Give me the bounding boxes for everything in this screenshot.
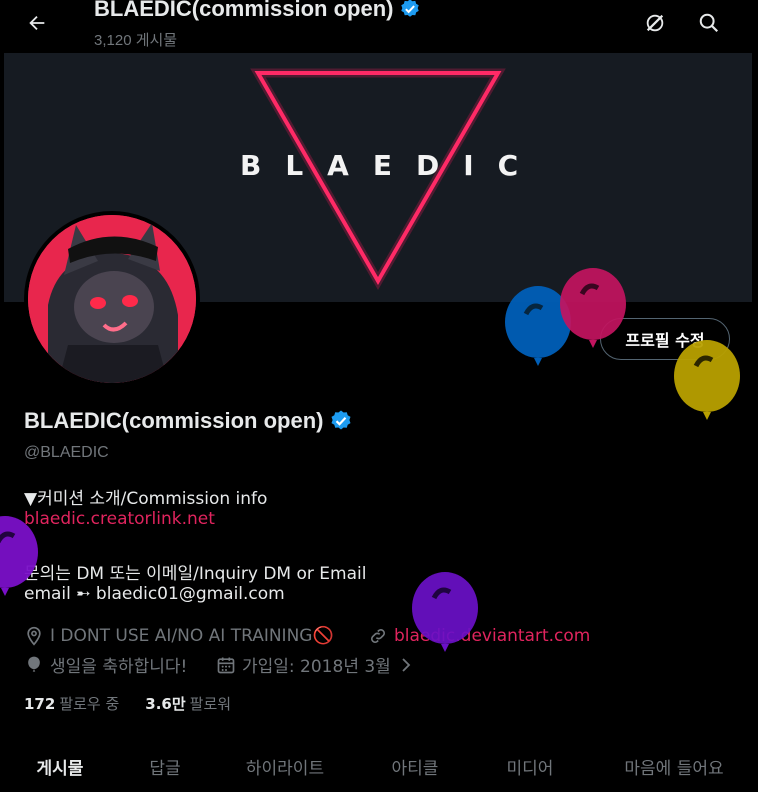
tab-likes[interactable]: 마음에 들어요	[590, 740, 758, 792]
profile-handle: @BLAEDIC	[24, 444, 109, 461]
grok-icon	[646, 14, 664, 32]
search-icon	[699, 13, 719, 33]
profile-location: I DONT USE AI/NO AI TRAINING🚫	[24, 626, 334, 646]
profile-name: BLAEDIC(commission open)	[24, 408, 353, 434]
profile-tabs: 게시물 답글 하이라이트 아티클 미디어 마음에 들어요	[0, 740, 758, 792]
verified-badge-icon	[401, 0, 420, 17]
profile-birthday: 생일을 축하합니다!	[24, 652, 187, 677]
balloon-icon	[28, 656, 40, 672]
balloon-yellow	[674, 340, 740, 420]
banner-logo-text: BLAEDIC	[240, 149, 543, 182]
grok-button[interactable]	[638, 6, 672, 40]
tab-media[interactable]: 미디어	[470, 740, 590, 792]
profile-name-text: BLAEDIC(commission open)	[24, 408, 324, 433]
balloon-purple	[412, 572, 478, 652]
balloon-purple-left	[0, 516, 38, 596]
joined-text: 가입일: 2018년 3월	[242, 657, 391, 677]
following-label: 팔로우 중	[59, 695, 120, 713]
avatar-image	[28, 215, 196, 383]
back-button[interactable]	[20, 6, 54, 40]
tab-posts[interactable]: 게시물	[0, 740, 120, 792]
following-count: 172	[24, 695, 56, 713]
followers-count: 3.6만	[145, 695, 186, 713]
bio-link[interactable]: blaedic.creatorlink.net	[24, 509, 215, 529]
follow-stats: 172 팔로우 중 3.6만 팔로워	[24, 693, 231, 714]
chevron-right-icon	[402, 657, 411, 672]
location-text: I DONT USE AI/NO AI TRAINING🚫	[50, 626, 334, 646]
followers-label: 팔로워	[189, 695, 232, 713]
bio-line-3: 문의는 DM 또는 이메일/Inquiry DM or Email	[24, 564, 367, 584]
link-icon	[371, 629, 385, 643]
calendar-icon	[217, 657, 235, 673]
location-icon	[27, 626, 41, 646]
followers-stat[interactable]: 3.6만 팔로워	[145, 693, 231, 714]
avatar[interactable]	[24, 211, 200, 387]
tab-articles[interactable]: 아티클	[360, 740, 470, 792]
tab-highlights[interactable]: 하이라이트	[210, 740, 360, 792]
verified-badge-icon[interactable]	[329, 409, 353, 433]
following-stat[interactable]: 172 팔로우 중	[24, 693, 119, 714]
tab-replies[interactable]: 답글	[120, 740, 210, 792]
top-bar: BLAEDIC(commission open) 3,120 게시물	[0, 0, 758, 53]
header-title-text: BLAEDIC(commission open)	[94, 0, 394, 21]
bio-line-4: email ➸ blaedic01@gmail.com	[24, 584, 285, 604]
balloon-magenta	[560, 268, 626, 348]
birthday-text: 생일을 축하합니다!	[50, 657, 188, 677]
bio-line-1: ▼커미션 소개/Commission info	[24, 489, 268, 509]
profile-joined[interactable]: 가입일: 2018년 3월	[216, 652, 421, 677]
back-arrow-icon	[29, 15, 45, 31]
header-title: BLAEDIC(commission open)	[94, 0, 421, 22]
post-count: 3,120 게시물	[94, 32, 178, 49]
search-button[interactable]	[692, 6, 726, 40]
